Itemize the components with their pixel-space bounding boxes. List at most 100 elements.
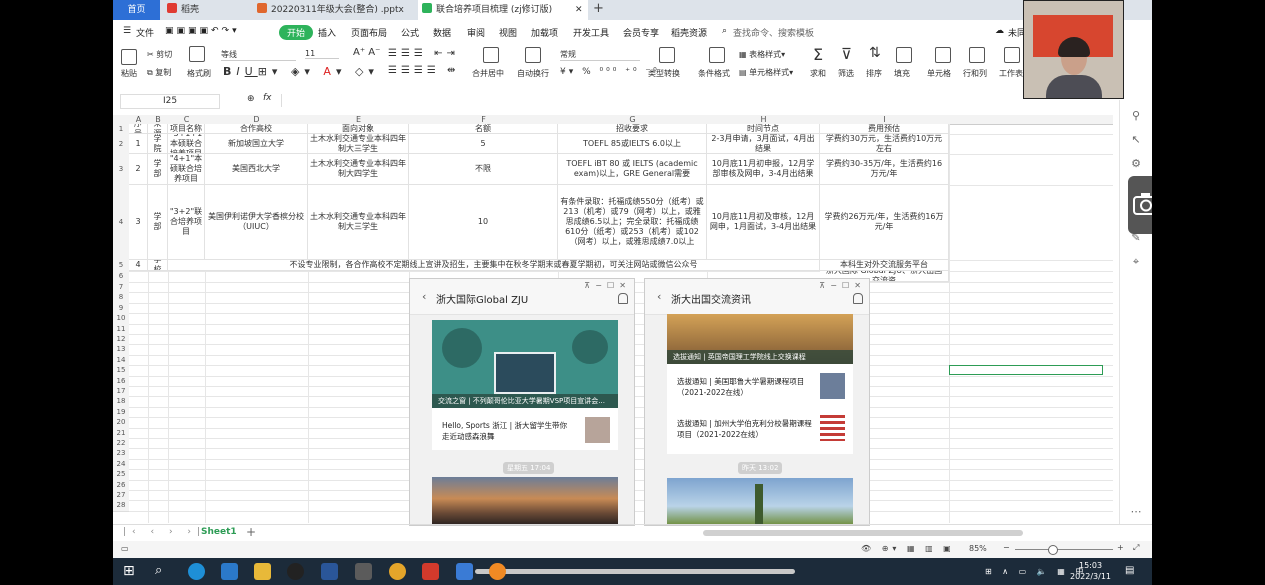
paste-label[interactable]: 粘贴 bbox=[121, 68, 137, 79]
settings-icon[interactable]: ⚙ bbox=[1130, 158, 1142, 170]
row-header[interactable]: 4 bbox=[113, 185, 129, 261]
article-title[interactable]: Hello, Sports 浙江 | 浙大留学生带你走近动感森浪舞 bbox=[442, 420, 572, 442]
convert-button[interactable] bbox=[659, 47, 675, 65]
wechat-icon[interactable] bbox=[355, 563, 372, 580]
table-cell[interactable]: 学费约30-35万/年，生活费约16万元/年 bbox=[820, 154, 949, 185]
new-tab-button[interactable]: + bbox=[593, 1, 604, 16]
copy-button[interactable]: ⧉ 复制 bbox=[147, 67, 171, 78]
horizontal-scrollbar[interactable] bbox=[703, 530, 1023, 536]
table-cell[interactable]: "3+2"联合培养项目 bbox=[168, 185, 205, 260]
menu-insert[interactable]: 插入 bbox=[318, 26, 336, 39]
search-icon[interactable]: ⌕ bbox=[722, 26, 727, 36]
table-cell[interactable]: 学部 bbox=[148, 185, 168, 260]
macro-icon[interactable]: ▭ bbox=[121, 544, 129, 553]
format-buttons[interactable]: BIU⊞▾ ◈▾ A▾ ◇▾ bbox=[223, 65, 379, 78]
table-cell[interactable]: 土木水利交通专业本科四年制大四学生 bbox=[308, 154, 409, 185]
cut-button[interactable]: ✂ 剪切 bbox=[147, 49, 172, 60]
table-cell[interactable]: 2 bbox=[129, 154, 148, 185]
notification-icon[interactable]: ▤ bbox=[1125, 565, 1134, 576]
menu-view[interactable]: 视图 bbox=[499, 26, 517, 39]
zoom-level[interactable]: 85% bbox=[969, 544, 987, 553]
conditional-format-button[interactable] bbox=[709, 47, 725, 65]
table-header-cell[interactable]: 项目名称 bbox=[168, 124, 205, 134]
mail-icon[interactable] bbox=[221, 563, 238, 580]
table-cell[interactable]: 有条件录取：托福成绩550分（纸考）或213（机考）或79（网考）以上，或雅思成… bbox=[558, 185, 707, 260]
cell-style-button[interactable]: ▤ 单元格样式▾ bbox=[739, 67, 793, 78]
rowcol-button[interactable] bbox=[969, 47, 985, 65]
table-cell[interactable]: 不限 bbox=[409, 154, 558, 185]
menu-start[interactable]: 开始 bbox=[279, 25, 314, 40]
location-icon[interactable]: ⌖ bbox=[1130, 256, 1142, 268]
table-header-cell[interactable]: 来源 bbox=[148, 124, 168, 134]
cells-label[interactable]: 单元格 bbox=[927, 68, 951, 79]
number-buttons[interactable]: ¥▾ % ⁰⁰⁰ ⁺⁰ ⁻⁰ bbox=[560, 67, 660, 77]
back-icon[interactable]: ‹ bbox=[657, 290, 661, 303]
table-cell[interactable]: 本科生对外交流服务平台 bbox=[820, 260, 949, 271]
cursor-icon[interactable]: ↖ bbox=[1130, 134, 1142, 146]
word-icon[interactable] bbox=[321, 563, 338, 580]
name-box[interactable]: I25 bbox=[120, 94, 220, 109]
rowcol-label[interactable]: 行和列 bbox=[963, 68, 987, 79]
window-controls[interactable]: ⊼ − ☐ ✕ bbox=[819, 281, 861, 290]
wps-icon[interactable] bbox=[422, 563, 439, 580]
table-cell[interactable]: 1 bbox=[129, 134, 148, 154]
table-cell[interactable]: 4 bbox=[129, 260, 148, 271]
menu-addins[interactable]: 加载项 bbox=[531, 26, 558, 39]
quick-access-icons[interactable]: ▣▣▣▣↶↷▾ bbox=[165, 26, 240, 36]
edge-icon[interactable] bbox=[188, 563, 205, 580]
fill-button[interactable] bbox=[896, 47, 912, 65]
fullscreen-icon[interactable]: ⤢ bbox=[1133, 543, 1139, 553]
align-icons-top[interactable]: ☰☰☰ ⇤⇥ bbox=[388, 48, 459, 59]
article-card[interactable]: 选拔通知 | 英国帝国理工学院线上交换课程 选拔通知 | 美国耶鲁大学暑期课程项… bbox=[667, 314, 853, 454]
sheet-tab[interactable]: Sheet1 bbox=[201, 527, 237, 537]
table-cell[interactable]: 学校 bbox=[148, 260, 168, 271]
table-cell[interactable]: 美国西北大学 bbox=[205, 154, 308, 185]
view-icons[interactable]: 👁 ⊕▾ ▦ ▥ ▣ bbox=[861, 544, 955, 553]
sum-button[interactable]: Σ bbox=[813, 45, 823, 64]
merge-button[interactable] bbox=[483, 47, 499, 65]
zoom-icon[interactable]: ⊕ bbox=[247, 94, 255, 104]
orange-app-icon[interactable] bbox=[489, 563, 506, 580]
table-cell[interactable]: 新加坡国立大学 bbox=[205, 134, 308, 154]
tab-daoke[interactable]: 稻壳 bbox=[163, 0, 243, 20]
row-header[interactable]: 3 bbox=[113, 154, 129, 186]
wrap-button[interactable] bbox=[525, 47, 541, 65]
add-sheet-button[interactable]: + bbox=[246, 525, 256, 539]
fill-label[interactable]: 填充 bbox=[894, 68, 910, 79]
cloud-icon[interactable]: ☁ bbox=[995, 26, 1004, 36]
table-cell[interactable]: 学费约30万元，生活费约10万元左右 bbox=[820, 134, 949, 154]
table-cell[interactable]: 10 bbox=[409, 185, 558, 260]
clock-time[interactable]: 15:03 bbox=[1079, 561, 1102, 570]
command-search[interactable]: 查找命令、搜索模板 bbox=[733, 26, 814, 39]
filter-button[interactable]: ⊽ bbox=[841, 45, 852, 63]
menu-formula[interactable]: 公式 bbox=[401, 26, 419, 39]
hamburger-icon[interactable]: ☰ bbox=[123, 26, 131, 36]
wechat-window-left[interactable]: ⊼ − ☐ ✕ ‹ 浙大国际Global ZJU 交流之窗 | 不列颠哥伦比亚大… bbox=[409, 278, 635, 526]
table-cell[interactable]: 2-3月申请，3月面试，4月出结果 bbox=[707, 134, 820, 154]
wechat-window-right[interactable]: ⊼ − ☐ ✕ ‹ 浙大出国交流资讯 选拔通知 | 英国帝国理工学院线上交换课程… bbox=[644, 278, 870, 526]
format-painter-label[interactable]: 格式刷 bbox=[187, 68, 211, 79]
folder-icon[interactable] bbox=[254, 563, 271, 580]
window-controls[interactable]: ⊼ − ☐ ✕ bbox=[584, 281, 626, 290]
user-icon[interactable] bbox=[618, 293, 628, 304]
table-header-cell[interactable]: 时间节点 bbox=[707, 124, 820, 134]
camera-button[interactable] bbox=[1128, 176, 1152, 234]
menu-devtools[interactable]: 开发工具 bbox=[573, 26, 609, 39]
back-icon[interactable]: ‹ bbox=[422, 290, 426, 303]
tab-home[interactable]: 首页 bbox=[113, 0, 160, 20]
table-cell[interactable]: 学费约26万元/年，生活费约16万元/年 bbox=[820, 185, 949, 260]
sheet-nav-icons[interactable]: |‹ ‹ › ›| bbox=[123, 527, 206, 537]
font-grow-icons[interactable]: A⁺ A⁻ bbox=[353, 47, 380, 58]
table-cell[interactable]: "3+1+1本硕联合培养项目 bbox=[168, 134, 205, 154]
paste-button[interactable] bbox=[121, 49, 137, 67]
menu-file[interactable]: 文件 bbox=[136, 26, 154, 39]
menu-member[interactable]: 会员专享 bbox=[623, 26, 659, 39]
size-select[interactable]: 11 bbox=[305, 49, 339, 59]
menu-review[interactable]: 审阅 bbox=[467, 26, 485, 39]
article-title-2[interactable]: 选拔通知 | 加州大学伯克利分校暑期课程项目（2021-2022在线） bbox=[677, 418, 817, 440]
article-card[interactable]: 交流之窗 | 不列颠哥伦比亚大学暑期VSP项目宣讲会... Hello, Spo… bbox=[432, 320, 618, 450]
wrap-label[interactable]: 自动换行 bbox=[517, 68, 549, 79]
pin-icon[interactable]: ⚲ bbox=[1130, 110, 1142, 122]
qq-icon[interactable] bbox=[287, 563, 304, 580]
table-cell[interactable]: 美国伊利诺伊大学香槟分校（UIUC） bbox=[205, 185, 308, 260]
